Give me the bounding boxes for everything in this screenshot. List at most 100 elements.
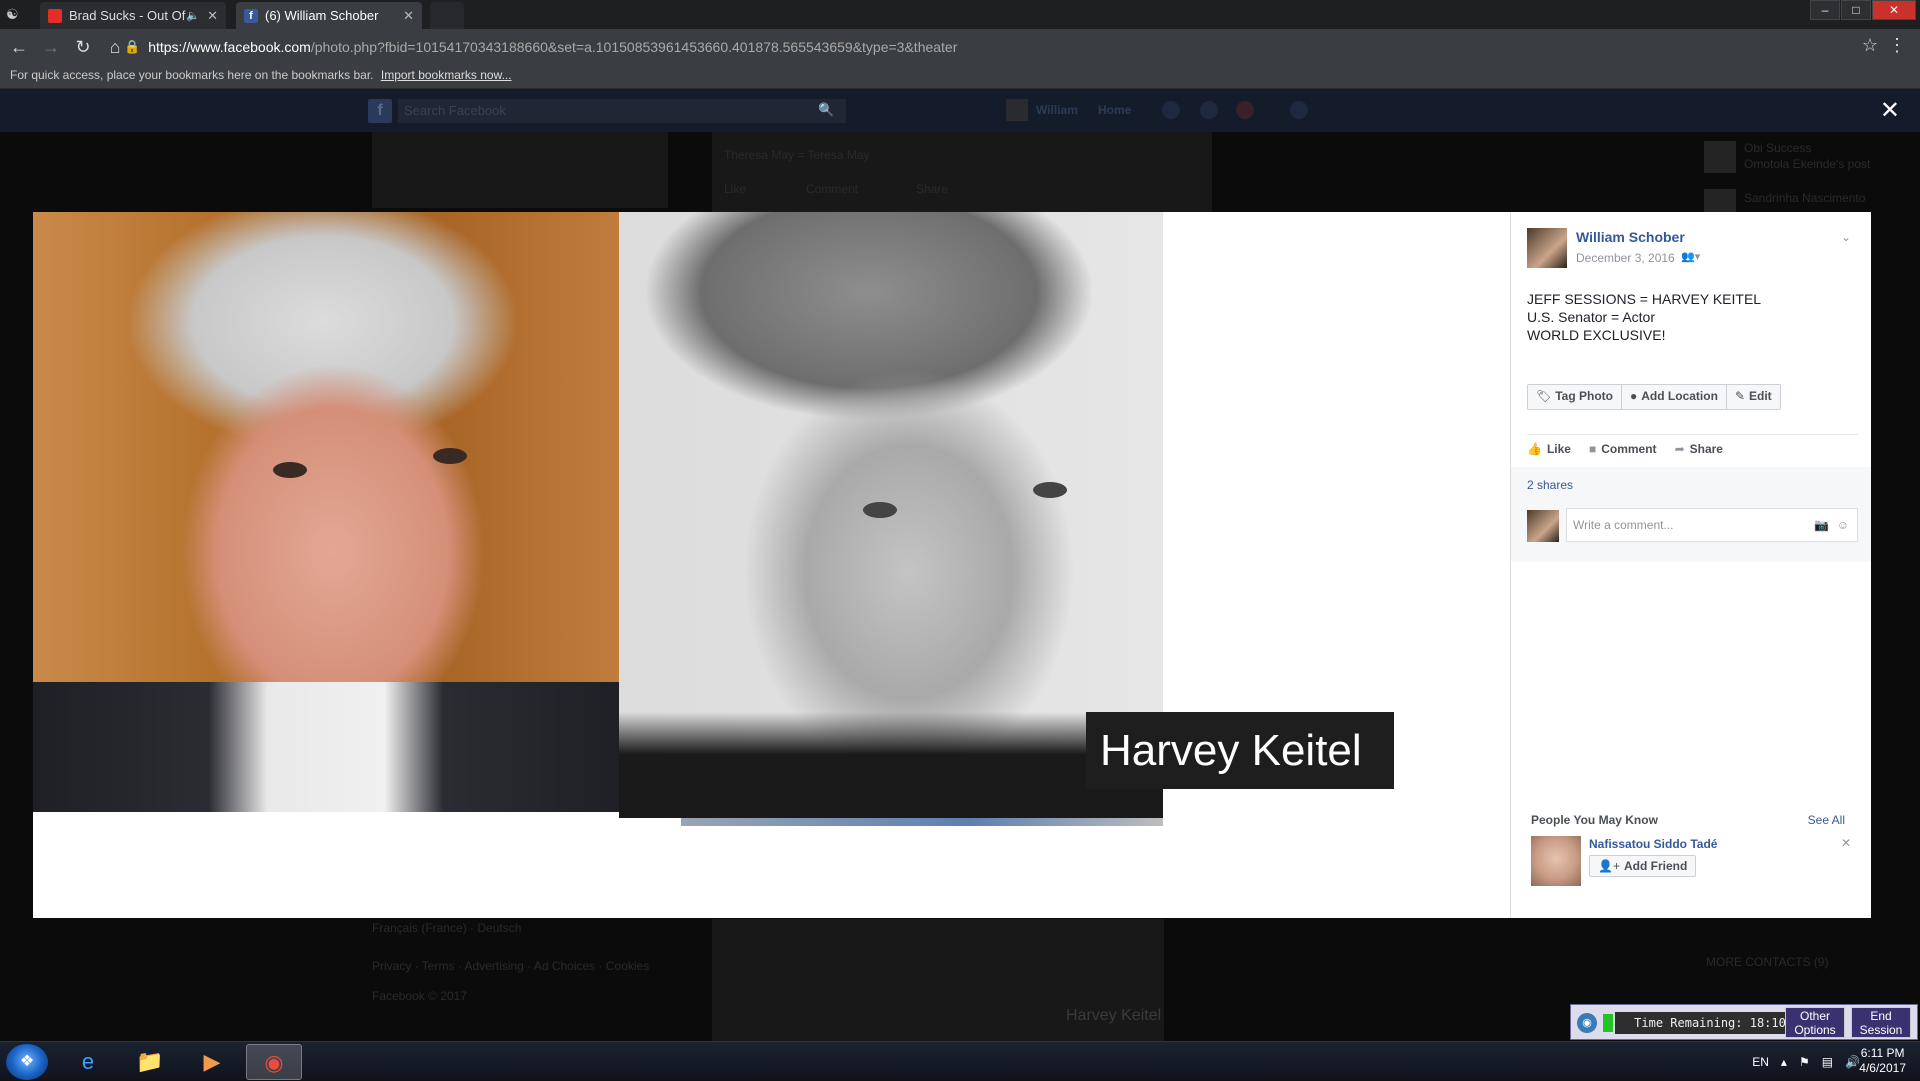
nav-user-name[interactable]: William (1036, 103, 1078, 117)
pymk-avatar[interactable] (1531, 836, 1581, 886)
tab-youtube[interactable]: Brad Sucks - Out Of It 🔈 ✕ (40, 2, 226, 29)
import-bookmarks-link[interactable]: Import bookmarks now... (381, 68, 512, 82)
pencil-icon: ✎ (1734, 389, 1745, 403)
messages-icon[interactable] (1200, 101, 1218, 119)
end-session-button[interactable]: End Session (1851, 1007, 1911, 1038)
add-location-label: Add Location (1641, 389, 1718, 403)
pymk-name[interactable]: Nafissatou Siddo Tadé (1589, 837, 1717, 851)
dim-footer-links: Privacy · Terms · Advertising · Ad Choic… (372, 959, 650, 973)
post-date[interactable]: December 3, 2016 (1576, 251, 1675, 265)
facebook-logo-icon[interactable]: f (368, 99, 392, 123)
system-tray: EN ▴ ⚑ ▤ 🔊 (1752, 1042, 1860, 1081)
browser-toolbar: ← → ↻ ⌂ 🔒 https://www.facebook.com/photo… (0, 29, 1920, 65)
dim-contact-name: Sandrinha Nascimento (1744, 191, 1866, 205)
commenter-avatar (1527, 510, 1559, 542)
clock[interactable]: 6:11 PM 4/6/2017 (1859, 1046, 1906, 1076)
photo-caption-box: Harvey Keitel (1086, 712, 1394, 789)
photo-image[interactable]: Harvey Keitel (33, 212, 1510, 918)
dim-contact-name: Obi Success (1744, 141, 1812, 155)
start-button[interactable]: ❖ (6, 1044, 48, 1080)
close-tab-icon[interactable]: ✕ (403, 8, 414, 24)
shares-count[interactable]: 2 shares (1527, 478, 1573, 492)
forward-arrow-icon[interactable]: → (38, 37, 64, 58)
thumbs-up-icon: 👍 (1527, 442, 1542, 456)
add-friend-button[interactable]: 👤+ Add Friend (1589, 855, 1697, 877)
lock-icon: 🔒 (124, 39, 141, 54)
like-button[interactable]: 👍 Like (1527, 442, 1571, 456)
maximize-button[interactable]: □ (1841, 0, 1871, 20)
other-options-label-1: Other (1799, 1009, 1830, 1023)
comment-placeholder: Write a comment... (1573, 518, 1674, 532)
dim-contact-note: Omotola Ekeinde's post (1744, 157, 1871, 171)
emoji-icon[interactable]: ☺ (1837, 509, 1849, 541)
tag-photo-button[interactable]: 🏷 Tag Photo (1528, 385, 1623, 409)
search-icon[interactable]: 🔍 (818, 102, 834, 118)
window-controls: – □ ✕ (1809, 0, 1916, 20)
photo-left-eye (433, 448, 467, 464)
globe-icon: ◉ (1577, 1013, 1597, 1033)
minimize-button[interactable]: – (1810, 0, 1840, 20)
divider (1527, 434, 1858, 435)
user-avatar[interactable] (1006, 99, 1028, 121)
post-line: JEFF SESSIONS = HARVEY KEITEL (1527, 291, 1762, 307)
profile-menu-icon[interactable]: ☯ (6, 6, 19, 23)
dismiss-icon[interactable]: ✕ (1841, 836, 1851, 850)
comment-button[interactable]: ■ Comment (1589, 442, 1657, 456)
volume-icon[interactable]: 🔊 (1845, 1055, 1860, 1069)
taskbar: ❖ e 📁 ▶ ◉ EN ▴ ⚑ ▤ 🔊 6:11 PM 4/6/2017 (0, 1041, 1920, 1080)
bookmark-star-icon[interactable]: ☆ (1862, 35, 1878, 56)
photo-right-eye (863, 502, 897, 518)
facebook-icon: f (244, 8, 258, 23)
help-icon[interactable] (1290, 101, 1308, 119)
reload-icon[interactable]: ↻ (70, 37, 96, 58)
chrome-icon[interactable]: ◉ (246, 1044, 302, 1080)
action-center-flag-icon[interactable]: ⚑ (1799, 1055, 1810, 1069)
photo-sidebar: William Schober December 3, 2016 👥▾ ⌄ JE… (1510, 212, 1871, 918)
address-bar[interactable]: 🔒 https://www.facebook.com/photo.php?fbi… (124, 33, 1864, 61)
comment-input[interactable]: Write a comment... 📷 ☺ (1566, 508, 1858, 542)
photo-right-eye (1033, 482, 1067, 498)
file-explorer-icon[interactable]: 📁 (122, 1044, 178, 1080)
nav-home[interactable]: Home (1098, 103, 1131, 117)
see-all-link[interactable]: See All (1808, 813, 1845, 827)
facebook-search-input[interactable]: Search Facebook (398, 99, 846, 123)
photo-theater: Harvey Keitel William Schober December 3… (33, 212, 1871, 918)
share-button[interactable]: ➦ Share (1675, 442, 1723, 456)
post-actions: 👍 Like ■ Comment ➦ Share (1527, 442, 1723, 456)
tag-icon: 🏷 (1536, 389, 1552, 403)
new-tab-button[interactable] (430, 2, 464, 29)
time-progress-bar (1603, 1014, 1613, 1032)
post-author[interactable]: William Schober (1576, 229, 1685, 245)
bookmarks-hint: For quick access, place your bookmarks h… (10, 68, 374, 82)
clock-time: 6:11 PM (1860, 1046, 1905, 1060)
chevron-down-icon[interactable]: ⌄ (1841, 230, 1851, 244)
media-player-icon[interactable]: ▶ (184, 1044, 240, 1080)
close-window-button[interactable]: ✕ (1872, 0, 1916, 20)
dim-footer-languages: Français (France) · Deutsch (372, 921, 522, 935)
tab-facebook[interactable]: f (6) William Schober ✕ (236, 2, 422, 29)
chrome-menu-icon[interactable]: ⋮ (1888, 35, 1906, 56)
photo-caption: Harvey Keitel (1100, 726, 1362, 775)
audience-friends-icon[interactable]: 👥▾ (1681, 250, 1700, 263)
network-icon[interactable]: ▤ (1822, 1055, 1833, 1069)
like-label: Like (1546, 442, 1571, 456)
close-photo-viewer-icon[interactable]: ✕ (1880, 99, 1900, 123)
dim-share: Share (916, 182, 949, 196)
show-hidden-icons-icon[interactable]: ▴ (1781, 1055, 1787, 1069)
edit-button[interactable]: ✎ Edit (1726, 385, 1780, 409)
end-session-label-1: End (1870, 1009, 1892, 1023)
language-indicator[interactable]: EN (1752, 1055, 1769, 1069)
author-avatar[interactable] (1527, 228, 1567, 268)
facebook-blue-bar: f Search Facebook 🔍 William Home (0, 89, 1920, 132)
close-tab-icon[interactable]: ✕ (207, 8, 218, 24)
add-location-button[interactable]: ● Add Location (1622, 385, 1727, 409)
internet-explorer-icon[interactable]: e (60, 1044, 116, 1080)
notifications-icon[interactable] (1236, 101, 1254, 119)
other-options-button[interactable]: Other Options (1785, 1007, 1845, 1038)
friend-requests-icon[interactable] (1162, 101, 1180, 119)
camera-icon[interactable]: 📷 (1814, 509, 1829, 541)
tab-title: (6) William Schober (265, 8, 379, 23)
dim-more-contacts: MORE CONTACTS (9) (1706, 955, 1829, 969)
back-arrow-icon[interactable]: ← (6, 37, 32, 58)
tag-photo-label: Tag Photo (1555, 389, 1614, 403)
